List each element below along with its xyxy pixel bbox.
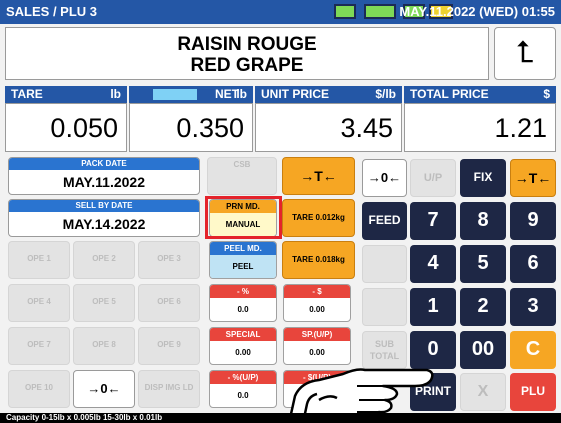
blank-key-1[interactable]: [362, 245, 407, 283]
capacity-bar: Capacity 0-15lb x 0.005lb 15-30lb x 0.01…: [0, 413, 561, 423]
back-button[interactable]: ⮤: [494, 27, 556, 80]
ope-3-button[interactable]: OPE 3: [138, 241, 200, 279]
multiply-key[interactable]: X: [460, 373, 506, 411]
discount-dollar-button[interactable]: - $ 0.00: [283, 284, 351, 322]
discount-percent-button[interactable]: - % 0.0: [209, 284, 277, 322]
display-image-button[interactable]: DISP IMG LD: [138, 370, 200, 408]
scale-screen: SALES / PLU 3 MAY.11.2022 (WED) 01:55 RA…: [0, 0, 561, 423]
unit-price-header: UNIT PRICE $/lb: [255, 86, 402, 103]
return-arrow-icon: ⮤: [516, 36, 534, 69]
total-price-value: 1.21: [404, 103, 556, 152]
key-5[interactable]: 5: [460, 245, 506, 283]
pack-date-field[interactable]: PACK DATE MAY.11.2022: [8, 157, 200, 195]
mode-title: SALES / PLU 3: [6, 4, 98, 19]
ope-6-button[interactable]: OPE 6: [138, 284, 200, 322]
unit-price-value[interactable]: 3.45: [255, 103, 402, 152]
tare-preset-1-button[interactable]: TARE 0.012kg: [282, 199, 355, 237]
key-9[interactable]: 9: [510, 202, 556, 240]
zero-adjust-button[interactable]: →0←: [362, 159, 407, 197]
tare-value[interactable]: 0.050: [5, 103, 127, 152]
net-weight-value: 0.350: [129, 103, 253, 152]
key-1[interactable]: 1: [410, 288, 456, 326]
blank-key-2[interactable]: [362, 288, 407, 326]
discount-percent-unit-price-button[interactable]: - %(U/P) 0.0: [209, 370, 277, 408]
tare-key-button[interactable]: →T←: [282, 157, 355, 195]
ope-10-button[interactable]: OPE 10: [8, 370, 70, 408]
product-name: RAISIN ROUGE RED GRAPE: [5, 27, 489, 80]
fix-button[interactable]: FIX: [460, 159, 506, 197]
tare-preset-2-button[interactable]: TARE 0.018kg: [282, 241, 355, 279]
zero-adjust-left-button[interactable]: →0←: [73, 370, 135, 408]
sell-by-date-field[interactable]: SELL BY DATE MAY.14.2022: [8, 199, 200, 237]
datetime: MAY.11.2022 (WED) 01:55: [399, 4, 555, 19]
status-bar: SALES / PLU 3 MAY.11.2022 (WED) 01:55: [0, 0, 561, 24]
plu-button[interactable]: PLU: [510, 373, 556, 411]
ope-1-button[interactable]: OPE 1: [8, 241, 70, 279]
key-8[interactable]: 8: [460, 202, 506, 240]
status-indicator-icon: [334, 4, 356, 19]
highlight-frame: [205, 196, 282, 239]
feed-button[interactable]: FEED: [362, 202, 407, 240]
unit-price-key[interactable]: U/P: [410, 159, 456, 197]
product-name-line1: RAISIN ROUGE: [177, 34, 317, 55]
key-3[interactable]: 3: [510, 288, 556, 326]
clear-button[interactable]: C: [510, 331, 556, 369]
ope-5-button[interactable]: OPE 5: [73, 284, 135, 322]
csb-button[interactable]: CSB: [207, 157, 277, 195]
total-price-header: TOTAL PRICE $: [404, 86, 556, 103]
special-price-button[interactable]: SPECIAL 0.00: [209, 327, 277, 365]
ope-7-button[interactable]: OPE 7: [8, 327, 70, 365]
net-weight-indicator: [153, 89, 197, 100]
tare-key-right-button[interactable]: →T←: [510, 159, 556, 197]
product-name-line2: RED GRAPE: [190, 55, 304, 76]
key-7[interactable]: 7: [410, 202, 456, 240]
ope-4-button[interactable]: OPE 4: [8, 284, 70, 322]
key-6[interactable]: 6: [510, 245, 556, 283]
ope-8-button[interactable]: OPE 8: [73, 327, 135, 365]
ope-9-button[interactable]: OPE 9: [138, 327, 200, 365]
status-indicator-icon: [364, 4, 396, 19]
peel-mode-button[interactable]: PEEL MD. PEEL: [209, 241, 277, 279]
key-00[interactable]: 00: [460, 331, 506, 369]
net-weight-header: NET WTlb: [129, 86, 253, 115]
key-4[interactable]: 4: [410, 245, 456, 283]
tare-header: TARE lb: [5, 86, 127, 103]
ope-2-button[interactable]: OPE 2: [73, 241, 135, 279]
key-2[interactable]: 2: [460, 288, 506, 326]
